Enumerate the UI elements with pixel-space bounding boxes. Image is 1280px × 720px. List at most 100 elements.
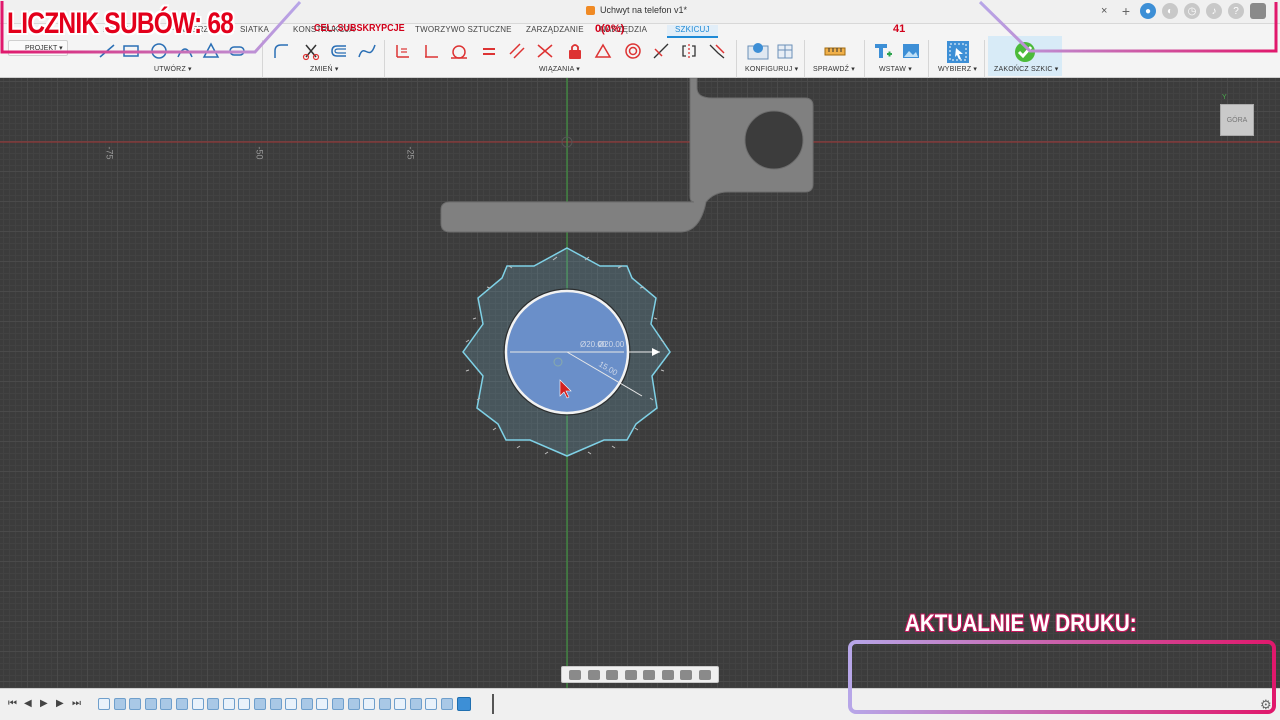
clock-icon[interactable]: ◷ [1184, 3, 1200, 19]
timeline-feature[interactable] [425, 698, 438, 710]
table-icon[interactable] [774, 40, 796, 62]
step-forward-icon[interactable]: ▶ [56, 698, 64, 709]
parallel-constraint-icon[interactable] [506, 40, 528, 62]
timeline-feature[interactable] [175, 698, 188, 710]
grid-settings-icon[interactable] [680, 669, 693, 680]
midpoint-constraint-icon[interactable] [592, 40, 614, 62]
timeline-marker[interactable] [492, 694, 494, 714]
play-icon[interactable]: ▶ [40, 698, 48, 709]
modify-group-label[interactable]: ZMIEŃ ▾ [310, 65, 339, 73]
timeline-feature[interactable] [191, 698, 204, 710]
create-group-label[interactable]: UTWÓRZ ▾ [154, 65, 192, 73]
viewports-icon[interactable] [698, 669, 711, 680]
timeline-feature[interactable] [98, 698, 110, 710]
diameter-dimension-text-overlap[interactable]: Ø20.00 [598, 340, 624, 349]
timeline-settings-gear-icon[interactable]: ⚙ [1260, 697, 1272, 713]
orbit-icon[interactable] [569, 669, 582, 680]
slot-tool-icon[interactable] [226, 40, 248, 62]
go-to-start-icon[interactable]: ⏮ [8, 698, 17, 709]
zoom-icon[interactable] [624, 669, 637, 680]
notification-bell-icon[interactable]: ♪ [1206, 3, 1222, 19]
timeline-feature[interactable] [144, 698, 157, 710]
insert-text-icon[interactable] [872, 40, 894, 62]
timeline-feature[interactable] [363, 698, 376, 710]
timeline-feature[interactable] [113, 698, 126, 710]
rectangle-tool-icon[interactable] [120, 40, 142, 62]
trim-tool-icon[interactable] [300, 40, 322, 62]
timeline-feature[interactable] [441, 698, 454, 710]
tab-manage[interactable]: ZARZĄDZANIE [526, 25, 584, 34]
timeline-feature[interactable] [409, 698, 422, 710]
measure-icon[interactable] [822, 40, 848, 62]
timeline-feature[interactable] [394, 698, 407, 710]
select-group-label[interactable]: WYBIERZ ▾ [938, 65, 977, 73]
pan-hand-icon[interactable] [606, 669, 619, 680]
timeline-feature[interactable] [269, 698, 282, 710]
insert-image-icon[interactable] [900, 40, 922, 62]
tangent-constraint-icon[interactable] [448, 40, 470, 62]
line-tool-icon[interactable] [96, 40, 118, 62]
document-title: Uchwyt na telefon v1* [586, 5, 687, 15]
horizontal-vertical-constraint-icon[interactable] [392, 40, 414, 62]
polygon-tool-icon[interactable] [200, 40, 222, 62]
configure-group-label[interactable]: KONFIGURUJ ▾ [745, 65, 798, 73]
tab-sketch[interactable]: SZKICUJ [667, 25, 718, 38]
tab-plastic[interactable]: TWORZYWO SZTUCZNE [415, 25, 512, 34]
timeline-feature[interactable] [253, 698, 266, 710]
timeline-feature[interactable] [285, 698, 298, 710]
parameters-table-icon[interactable] [744, 40, 772, 62]
timeline-feature[interactable] [160, 698, 173, 710]
step-back-icon[interactable]: ◀ [24, 698, 32, 709]
coincident-constraint-icon[interactable] [534, 40, 556, 62]
timeline-feature[interactable] [222, 698, 235, 710]
ribbon-separator [864, 40, 865, 78]
timeline-feature[interactable] [238, 698, 251, 710]
curvature-constraint-icon[interactable] [706, 40, 728, 62]
viewcube[interactable]: GÓRA [1220, 104, 1254, 136]
job-status-icon[interactable]: ◐ [1162, 3, 1178, 19]
display-settings-icon[interactable] [661, 669, 674, 680]
fix-constraint-lock-icon[interactable] [564, 40, 586, 62]
timeline-feature[interactable] [347, 698, 360, 710]
axis-label: -50 [254, 146, 265, 160]
timeline-feature[interactable] [316, 698, 329, 710]
go-to-end-icon[interactable]: ⏭ [72, 698, 81, 709]
finish-sketch-label[interactable]: ZAKOŃCZ SZKIC ▾ [994, 65, 1058, 73]
new-tab-icon[interactable]: + [1118, 3, 1134, 19]
timeline-feature[interactable] [300, 698, 313, 710]
timeline-feature[interactable] [331, 698, 344, 710]
timeline-feature[interactable] [207, 698, 220, 710]
concentric-constraint-icon[interactable] [622, 40, 644, 62]
user-avatar[interactable] [1250, 3, 1266, 19]
extensions-icon[interactable]: ● [1140, 3, 1156, 19]
inspect-group-label[interactable]: SPRAWDŹ ▾ [813, 65, 855, 73]
finish-sketch-check-icon[interactable] [1013, 40, 1037, 64]
tab-mesh[interactable]: SIATKA [240, 25, 269, 34]
navigation-bar [561, 666, 719, 683]
ribbon-separator [262, 40, 263, 78]
circle-tool-icon[interactable] [148, 40, 170, 62]
fit-icon[interactable] [643, 669, 656, 680]
perpendicular-constraint-icon[interactable] [420, 40, 442, 62]
arc-tool-icon[interactable] [174, 40, 196, 62]
holder-hole [744, 110, 804, 170]
spline-tool-icon[interactable] [356, 40, 378, 62]
offset-tool-icon[interactable] [328, 40, 350, 62]
help-icon[interactable]: ? [1228, 3, 1244, 19]
design-canvas[interactable]: Ø20.00 Ø20.00 15.00 -75 -50 -25 Y GÓRA [0, 78, 1280, 688]
look-at-icon[interactable] [587, 669, 600, 680]
timeline-current-sketch[interactable] [456, 697, 471, 711]
select-tool-icon[interactable] [945, 40, 971, 64]
timeline-feature[interactable] [129, 698, 142, 710]
timeline-feature[interactable] [378, 698, 391, 710]
timeline-features [98, 697, 471, 711]
insert-group-label[interactable]: WSTAW ▾ [879, 65, 912, 73]
constraints-group-label[interactable]: WIĄZANIA ▾ [539, 65, 580, 73]
project-dropdown[interactable]: PROJEKT ▾ [8, 40, 68, 56]
close-tab-icon[interactable]: × [1101, 5, 1107, 17]
collinear-constraint-icon[interactable] [650, 40, 672, 62]
equal-constraint-icon[interactable] [478, 40, 500, 62]
fillet-tool-icon[interactable] [270, 40, 292, 62]
axis-label: -25 [405, 146, 416, 160]
symmetry-constraint-icon[interactable] [678, 40, 700, 62]
